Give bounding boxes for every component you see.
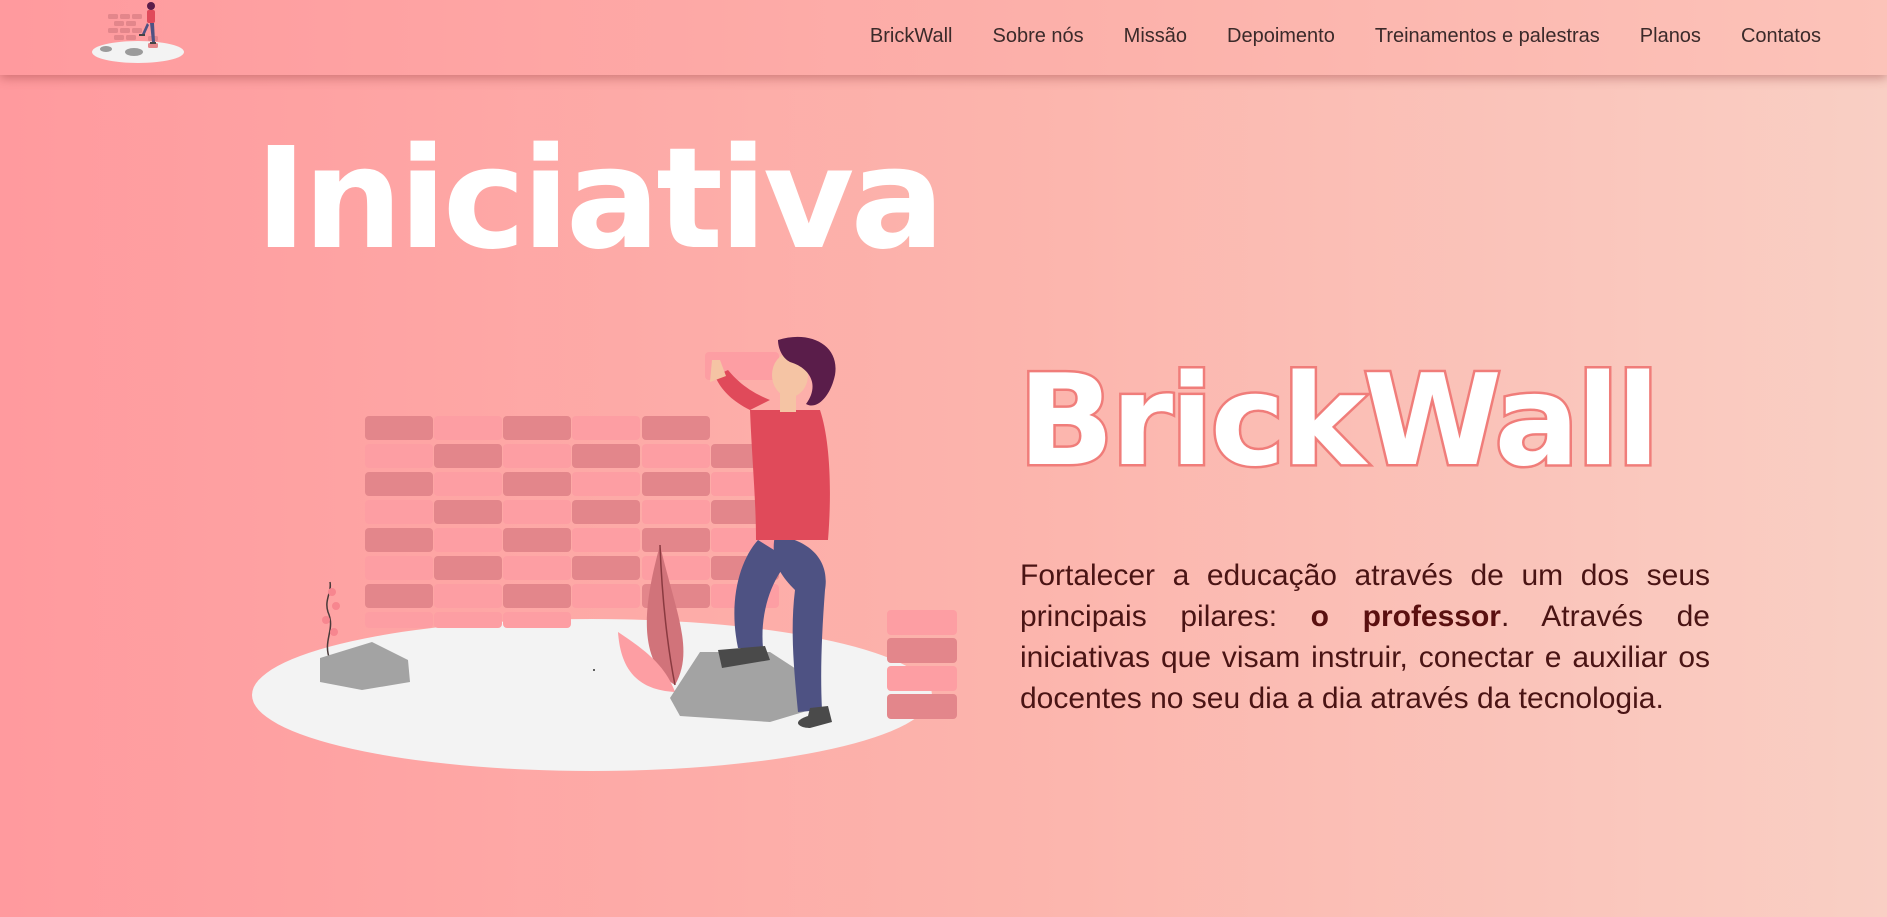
nav-link-planos[interactable]: Planos	[1640, 25, 1701, 48]
nav-link-treinamentos[interactable]: Treinamentos e palestras	[1375, 25, 1600, 48]
nav-link-brickwall[interactable]: BrickWall	[870, 25, 953, 48]
nav-link-depoimento[interactable]: Depoimento	[1227, 25, 1335, 48]
brand-title: BrickWall	[1016, 347, 1663, 494]
nav-link-missao[interactable]: Missão	[1124, 25, 1187, 48]
brick-wall	[365, 416, 779, 628]
main-navigation: BrickWall Sobre nós Missão Depoimento Tr…	[870, 0, 1821, 72]
nav-link-contatos[interactable]: Contatos	[1741, 25, 1821, 48]
hero-headline: Iniciativa	[255, 118, 945, 281]
brickwall-logo[interactable]	[88, 0, 198, 68]
nav-link-sobre-nos[interactable]: Sobre nós	[992, 25, 1083, 48]
hero-description: Fortalecer a educação através de um dos …	[1020, 555, 1710, 719]
navbar: BrickWall Sobre nós Missão Depoimento Tr…	[0, 0, 1887, 75]
description-emphasis: o professor	[1310, 600, 1501, 633]
brick-wall-builder-illustration	[252, 336, 957, 771]
